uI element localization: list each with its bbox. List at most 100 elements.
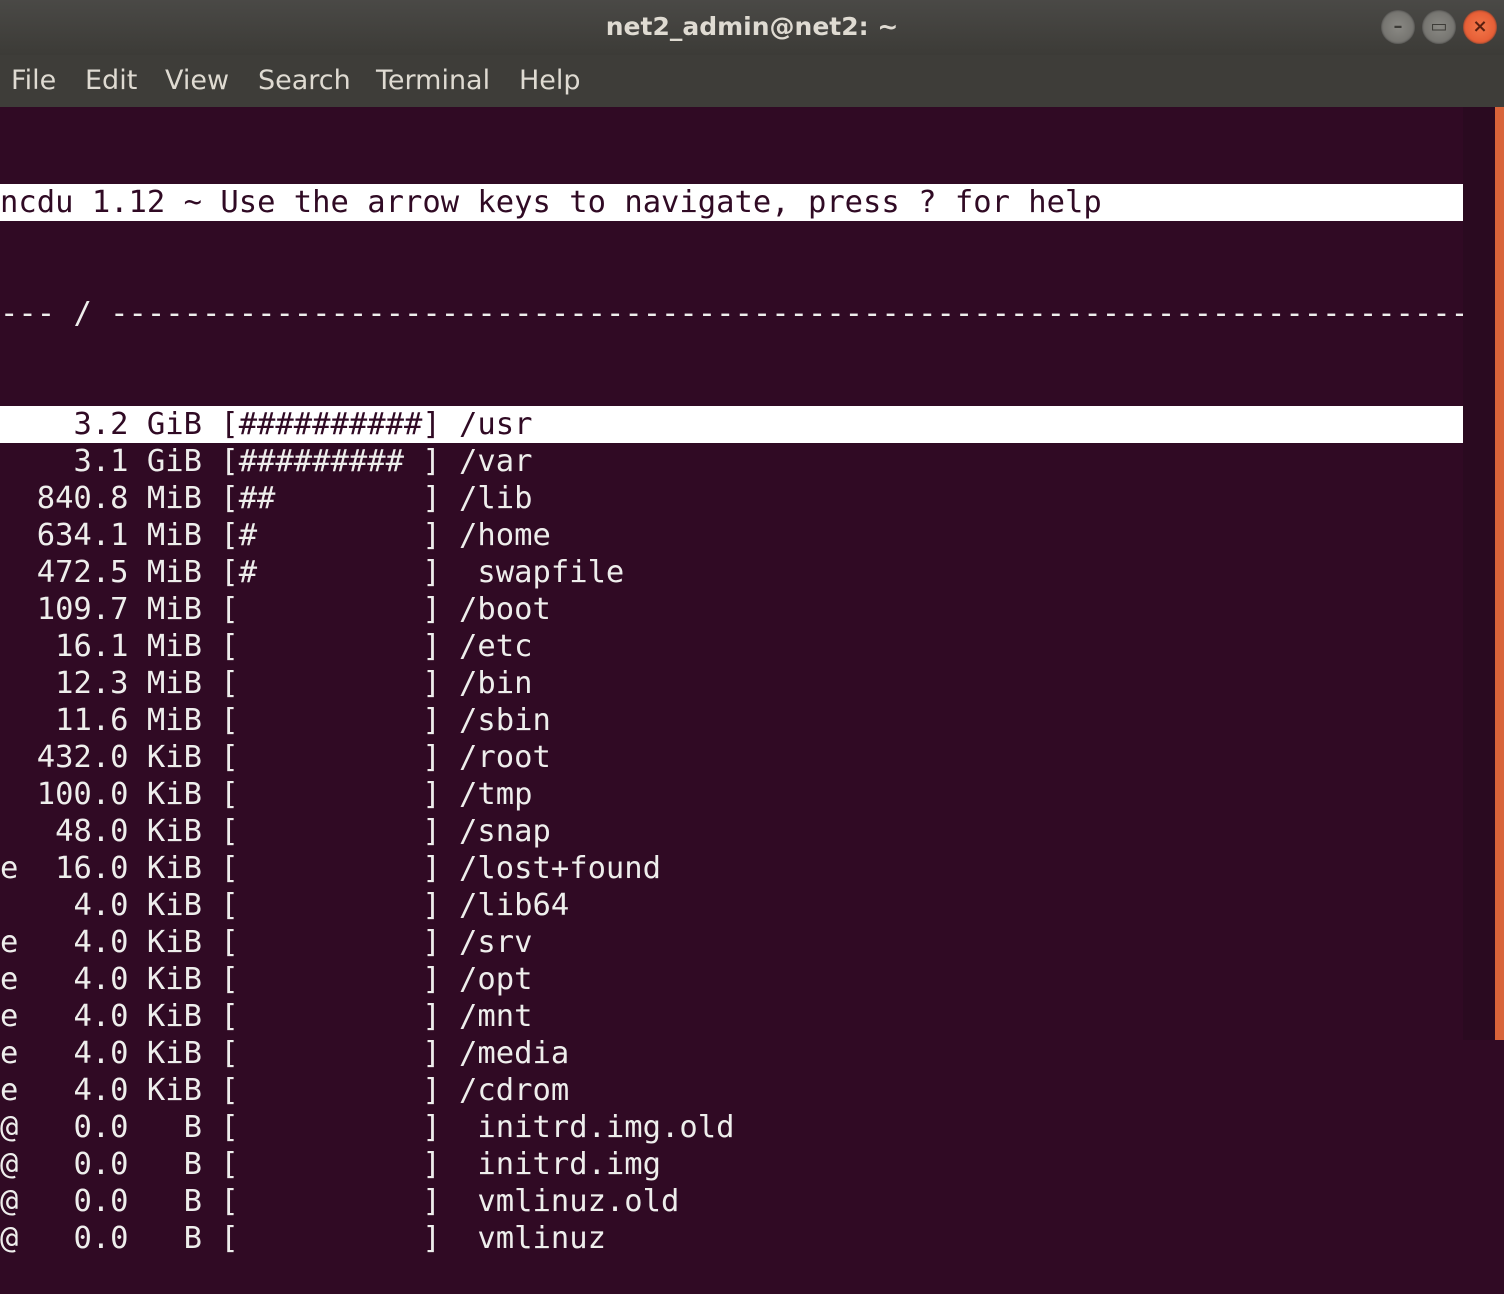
file-row[interactable]: 3.2 GiB [##########] /usr — [0, 406, 1463, 443]
menu-search[interactable]: Search — [258, 65, 351, 96]
row-unit: GiB — [146, 444, 202, 479]
row-name: swapfile — [459, 555, 625, 590]
file-row[interactable]: e 4.0 KiB [ ] /mnt — [0, 998, 1463, 1035]
row-size: 0.0 — [73, 1221, 129, 1256]
row-usage-bar: [ ] — [220, 925, 441, 960]
row-usage-bar: [ ] — [220, 666, 441, 701]
window-edge — [1495, 107, 1504, 1040]
row-flag — [0, 591, 18, 628]
close-button[interactable]: × — [1463, 10, 1497, 44]
file-row[interactable]: @0.0 B [ ] initrd.img — [0, 1146, 1463, 1183]
file-row[interactable]: 432.0 KiB [ ] /root — [0, 739, 1463, 776]
row-usage-bar: [ ] — [220, 999, 441, 1034]
terminal-output[interactable]: ncdu 1.12 ~ Use the arrow keys to naviga… — [0, 110, 1487, 1256]
row-usage-bar: [## ] — [220, 481, 441, 516]
row-usage-bar: [ ] — [220, 1110, 441, 1145]
row-unit: GiB — [146, 407, 202, 442]
file-row[interactable]: @0.0 B [ ] initrd.img.old — [0, 1109, 1463, 1146]
row-flag: e — [0, 925, 19, 960]
row-usage-bar: [ ] — [220, 851, 441, 886]
file-row[interactable]: 109.7 MiB [ ] /boot — [0, 591, 1463, 628]
row-size: 4.0 — [73, 925, 129, 960]
row-flag — [0, 443, 18, 480]
row-flag — [0, 887, 18, 924]
file-row[interactable]: e 4.0 KiB [ ] /media — [0, 1035, 1463, 1072]
row-unit: KiB — [146, 925, 202, 960]
row-unit: KiB — [146, 962, 202, 997]
row-name: vmlinuz — [459, 1221, 606, 1256]
row-unit: MiB — [146, 518, 202, 553]
row-flag: @ — [0, 1184, 19, 1219]
row-size: 0.0 — [73, 1184, 129, 1219]
row-unit: KiB — [146, 999, 202, 1034]
file-row[interactable]: e 4.0 KiB [ ] /cdrom — [0, 1072, 1463, 1109]
row-unit: MiB — [146, 481, 202, 516]
row-usage-bar: [ ] — [220, 777, 441, 812]
row-flag: e — [0, 1036, 19, 1071]
file-row[interactable]: e 4.0 KiB [ ] /opt — [0, 961, 1463, 998]
file-row[interactable]: 11.6 MiB [ ] /sbin — [0, 702, 1463, 739]
menu-help[interactable]: Help — [519, 65, 581, 96]
file-row[interactable]: 12.3 MiB [ ] /bin — [0, 665, 1463, 702]
row-flag — [0, 406, 18, 443]
row-unit: B — [183, 1110, 202, 1145]
title-bar: net2_admin@net2: ~ – ▭ × — [0, 0, 1504, 55]
row-unit: MiB — [146, 703, 202, 738]
row-size: 4.0 — [73, 888, 129, 923]
menu-view[interactable]: View — [165, 65, 229, 96]
row-unit: MiB — [146, 555, 202, 590]
row-name: /opt — [459, 962, 533, 997]
file-row[interactable]: 840.8 MiB [## ] /lib — [0, 480, 1463, 517]
row-size: 16.1 — [55, 629, 129, 664]
row-size: 634.1 — [36, 518, 129, 553]
file-row[interactable]: e 16.0 KiB [ ] /lost+found — [0, 850, 1463, 887]
row-usage-bar: [ ] — [220, 888, 441, 923]
menu-edit[interactable]: Edit — [85, 65, 137, 96]
file-row[interactable]: @0.0 B [ ] vmlinuz — [0, 1220, 1463, 1257]
maximize-button[interactable]: ▭ — [1422, 10, 1456, 44]
file-row[interactable]: 472.5 MiB [# ] swapfile — [0, 554, 1463, 591]
row-size: 100.0 — [36, 777, 129, 812]
row-flag — [0, 702, 18, 739]
row-size: 0.0 — [73, 1110, 129, 1145]
file-row[interactable]: @0.0 B [ ] vmlinuz.old — [0, 1183, 1463, 1220]
row-flag — [0, 554, 18, 591]
file-row[interactable]: e 4.0 KiB [ ] /srv — [0, 924, 1463, 961]
menu-bar: File Edit View Search Terminal Help — [0, 55, 1504, 107]
row-usage-bar: [ ] — [220, 1073, 441, 1108]
row-name: /etc — [459, 629, 533, 664]
row-unit: MiB — [146, 592, 202, 627]
row-unit: B — [183, 1221, 202, 1256]
file-row[interactable]: 16.1 MiB [ ] /etc — [0, 628, 1463, 665]
row-size: 4.0 — [73, 1073, 129, 1108]
row-name: /usr — [459, 407, 533, 442]
file-row[interactable]: 4.0 KiB [ ] /lib64 — [0, 887, 1463, 924]
row-unit: KiB — [146, 740, 202, 775]
ncdu-header: ncdu 1.12 ~ Use the arrow keys to naviga… — [0, 184, 1463, 221]
menu-file[interactable]: File — [11, 65, 56, 96]
row-flag: @ — [0, 1221, 19, 1256]
row-name: initrd.img — [459, 1147, 662, 1182]
row-name: /srv — [459, 925, 533, 960]
row-flag: e — [0, 999, 19, 1034]
row-flag: @ — [0, 1110, 19, 1145]
row-name: /boot — [459, 592, 551, 627]
row-usage-bar: [ ] — [220, 962, 441, 997]
row-size: 4.0 — [73, 1036, 129, 1071]
row-size: 472.5 — [36, 555, 129, 590]
row-usage-bar: [# ] — [220, 518, 441, 553]
file-row[interactable]: 48.0 KiB [ ] /snap — [0, 813, 1463, 850]
file-row[interactable]: 100.0 KiB [ ] /tmp — [0, 776, 1463, 813]
row-usage-bar: [ ] — [220, 740, 441, 775]
row-flag — [0, 813, 18, 850]
minimize-button[interactable]: – — [1381, 10, 1415, 44]
row-flag — [0, 739, 18, 776]
row-usage-bar: [ ] — [220, 814, 441, 849]
row-size: 0.0 — [73, 1147, 129, 1182]
file-row[interactable]: 3.1 GiB [######### ] /var — [0, 443, 1463, 480]
file-row[interactable]: 634.1 MiB [# ] /home — [0, 517, 1463, 554]
menu-terminal[interactable]: Terminal — [376, 65, 490, 96]
row-flag: e — [0, 1073, 19, 1108]
scrollbar[interactable] — [1463, 107, 1495, 1040]
row-name: /var — [459, 444, 533, 479]
